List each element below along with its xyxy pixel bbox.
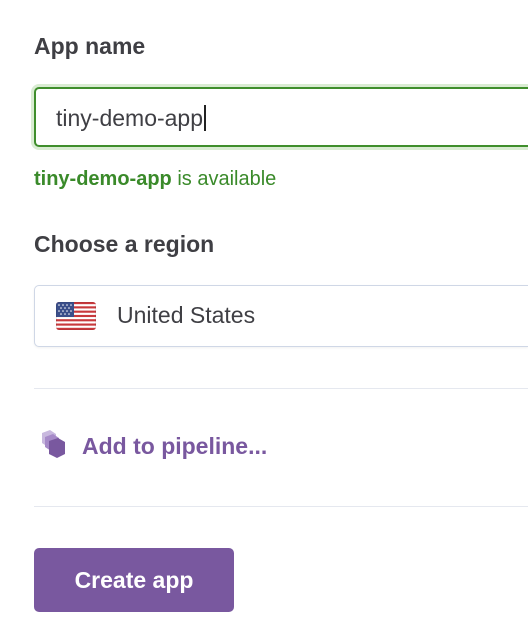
region-select[interactable]: United States [34, 285, 528, 347]
create-app-button[interactable]: Create app [34, 548, 234, 612]
section-divider [34, 388, 528, 389]
app-name-value-text: tiny-demo-app [56, 105, 204, 131]
availability-status-text: is available [171, 168, 277, 190]
available-app-name: tiny-demo-app [34, 168, 172, 190]
add-to-pipeline-link[interactable]: Add to pipeline... [34, 430, 304, 464]
app-name-input[interactable]: tiny-demo-app [34, 87, 528, 147]
availability-message: tiny-demo-app is available [34, 168, 276, 191]
region-label: Choose a region [34, 231, 215, 257]
app-name-label: App name [34, 33, 146, 59]
text-caret [204, 105, 207, 131]
add-to-pipeline-label: Add to pipeline... [82, 433, 268, 459]
region-selected-value: United States [117, 302, 256, 328]
us-flag-icon [56, 302, 96, 330]
app-name-input-value[interactable]: tiny-demo-app [56, 105, 207, 132]
section-divider [34, 506, 528, 507]
pipeline-hexagon-icon [34, 430, 68, 462]
